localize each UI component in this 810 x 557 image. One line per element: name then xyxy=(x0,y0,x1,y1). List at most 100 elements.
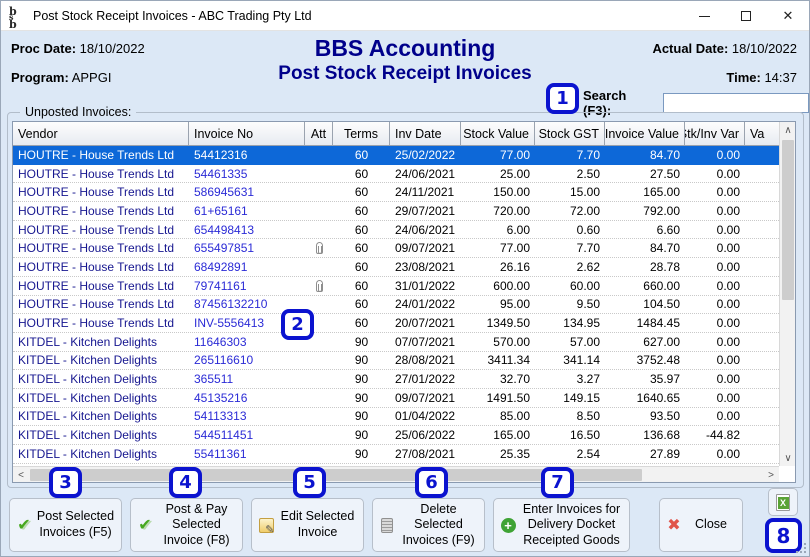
cell-stock-value: 77.00 xyxy=(499,147,530,162)
cell-terms: 60 xyxy=(354,166,369,181)
callout-4: 4 xyxy=(169,467,202,498)
cell-invoice-value: 6.60 xyxy=(656,222,680,237)
close-window-button[interactable]: ✕ xyxy=(767,1,809,31)
scroll-left-icon[interactable]: < xyxy=(13,467,29,483)
cell-invoice-value: 84.70 xyxy=(649,241,680,256)
cell-inv-date: 29/07/2021 xyxy=(395,203,456,218)
cell-va xyxy=(745,183,779,201)
cell-stock-value: 6.00 xyxy=(506,222,530,237)
cell-stock-gst: 57.00 xyxy=(569,334,600,349)
column-header-stk-inv-var[interactable]: Stk/Inv Var xyxy=(685,122,745,145)
table-row[interactable]: KITDEL - Kitchen Delights 11646303 90 07/07… xyxy=(13,332,779,352)
table-row[interactable]: HOUTRE - House Trends Ltd 54412316 60 25/02… xyxy=(13,146,779,165)
cell-stock-value: 1491.50 xyxy=(486,390,530,405)
cell-stock-gst: 149.15 xyxy=(563,390,600,405)
cell-terms: 60 xyxy=(354,222,369,237)
cell-invoice-value: 165.00 xyxy=(643,185,680,200)
column-header-vendor[interactable]: Vendor xyxy=(13,122,189,145)
table-row[interactable]: HOUTRE - House Trends Ltd INV-5556413 60 20… xyxy=(13,314,779,333)
column-header-terms[interactable]: Terms xyxy=(333,122,390,145)
cell-invoice-no: 55411361 xyxy=(194,446,247,461)
cell-stock-value: 32.70 xyxy=(499,372,530,387)
paperclip-icon xyxy=(315,279,323,292)
maximize-button[interactable] xyxy=(725,1,767,31)
check-icon: ✔ xyxy=(17,517,31,534)
cell-vendor: HOUTRE - House Trends Ltd xyxy=(18,316,175,331)
cell-stock-gst: 8.50 xyxy=(576,409,600,424)
cell-invoice-value: 104.50 xyxy=(643,297,680,312)
vertical-scroll-thumb[interactable] xyxy=(782,140,794,300)
column-header-stock-value[interactable]: Stock Value xyxy=(461,122,535,145)
callout-1: 1 xyxy=(546,83,579,114)
cell-att xyxy=(305,408,333,426)
cell-inv-date: 25/06/2022 xyxy=(395,428,456,443)
table-row[interactable]: HOUTRE - House Trends Ltd 586945631 60 24/1… xyxy=(13,183,779,203)
cell-terms: 60 xyxy=(354,297,369,312)
cell-stock-value: 600.00 xyxy=(493,278,530,293)
red-x-icon: ✖ xyxy=(667,517,681,534)
column-header-invoice-no[interactable]: Invoice No xyxy=(189,122,305,145)
check-icon: ✔ xyxy=(138,517,152,534)
cell-stk-inv-var: 0.00 xyxy=(716,147,740,162)
cell-vendor: KITDEL - Kitchen Delights xyxy=(18,334,157,349)
table-row[interactable]: KITDEL - Kitchen Delights 55411361 90 27/08… xyxy=(13,445,779,464)
cell-stk-inv-var: 0.00 xyxy=(716,259,740,274)
column-header-stock-gst[interactable]: Stock GST xyxy=(535,122,605,145)
column-header-att[interactable]: Att xyxy=(305,122,333,145)
column-header-invoice-value[interactable]: Invoice Value xyxy=(605,122,685,145)
minimize-button[interactable] xyxy=(683,1,725,31)
edit-note-icon xyxy=(256,517,276,536)
post-and-pay-selected-invoice-button[interactable]: ✔ Post & Pay Selected Invoice (F8) xyxy=(130,498,243,552)
cell-invoice-no: 655497851 xyxy=(194,241,255,256)
invoices-table: Vendor Invoice No Att Terms Inv Date Stock Va… xyxy=(12,121,796,483)
table-row[interactable]: HOUTRE - House Trends Ltd 79741161 60 31/01… xyxy=(13,276,779,296)
cell-va xyxy=(745,333,779,351)
table-row[interactable]: HOUTRE - House Trends Ltd 54461335 60 24/06… xyxy=(13,164,779,184)
horizontal-scrollbar[interactable]: < > xyxy=(13,466,779,482)
cell-va xyxy=(745,258,779,276)
table-row[interactable]: HOUTRE - House Trends Ltd 68492891 60 23/08… xyxy=(13,258,779,277)
vertical-scrollbar[interactable]: ∧ ∨ xyxy=(779,122,795,466)
table-row[interactable]: KITDEL - Kitchen Delights 54113313 90 01/04… xyxy=(13,407,779,427)
cell-terms: 90 xyxy=(354,428,369,443)
scroll-up-icon[interactable]: ∧ xyxy=(780,122,796,138)
paperclip-icon xyxy=(315,242,323,255)
enter-invoices-delivery-docket-button[interactable]: + Enter Invoices for Delivery Docket Rec… xyxy=(493,498,630,552)
table-row[interactable]: HOUTRE - House Trends Ltd 655497851 60 09/0… xyxy=(13,239,779,259)
plus-circle-icon: + xyxy=(498,517,518,533)
callout-2: 2 xyxy=(281,309,314,340)
table-row[interactable]: HOUTRE - House Trends Ltd 654498413 60 24/0… xyxy=(13,220,779,240)
post-selected-invoices-button[interactable]: ✔ Post Selected Invoices (F5) xyxy=(9,498,122,552)
table-row[interactable]: KITDEL - Kitchen Delights 365511 90 27/01/2… xyxy=(13,370,779,389)
cell-stock-value: 570.00 xyxy=(493,334,530,349)
cell-terms: 60 xyxy=(354,241,369,256)
delete-selected-invoices-button[interactable]: Delete Selected Invoices (F9) xyxy=(372,498,485,552)
close-button[interactable]: ✖ Close xyxy=(659,498,743,552)
cell-att xyxy=(305,239,333,257)
column-header-va[interactable]: Va xyxy=(745,122,779,145)
table-row[interactable]: HOUTRE - House Trends Ltd 87456132210 60 24… xyxy=(13,295,779,315)
scroll-down-icon[interactable]: ∨ xyxy=(780,450,796,466)
cell-invoice-no: 54412316 xyxy=(194,147,248,162)
export-to-excel-button[interactable]: X xyxy=(768,488,798,516)
edit-selected-invoice-button[interactable]: Edit Selected Invoice xyxy=(251,498,364,552)
table-row[interactable]: KITDEL - Kitchen Delights 544511451 90 25/0… xyxy=(13,426,779,445)
cell-inv-date: 20/07/2021 xyxy=(395,316,456,331)
search-input[interactable] xyxy=(663,93,809,113)
cell-stock-value: 26.16 xyxy=(499,259,530,274)
cell-att xyxy=(305,370,333,388)
cell-va xyxy=(745,296,779,314)
cell-va xyxy=(745,389,779,407)
table-row[interactable]: HOUTRE - House Trends Ltd 61+65161 60 29/07… xyxy=(13,202,779,221)
scroll-right-icon[interactable]: > xyxy=(763,467,779,483)
cell-vendor: HOUTRE - House Trends Ltd xyxy=(18,278,175,293)
resize-grip[interactable] xyxy=(796,543,806,553)
cell-terms: 60 xyxy=(354,259,369,274)
cell-inv-date: 24/06/2021 xyxy=(395,166,456,181)
cell-stk-inv-var: 0.00 xyxy=(716,278,740,293)
cell-att xyxy=(305,445,333,463)
table-row[interactable]: KITDEL - Kitchen Delights 265116610 90 28/0… xyxy=(13,351,779,371)
cell-invoice-value: 627.00 xyxy=(643,334,680,349)
column-header-inv-date[interactable]: Inv Date xyxy=(390,122,461,145)
table-row[interactable]: KITDEL - Kitchen Delights 45135216 90 09/07… xyxy=(13,388,779,408)
